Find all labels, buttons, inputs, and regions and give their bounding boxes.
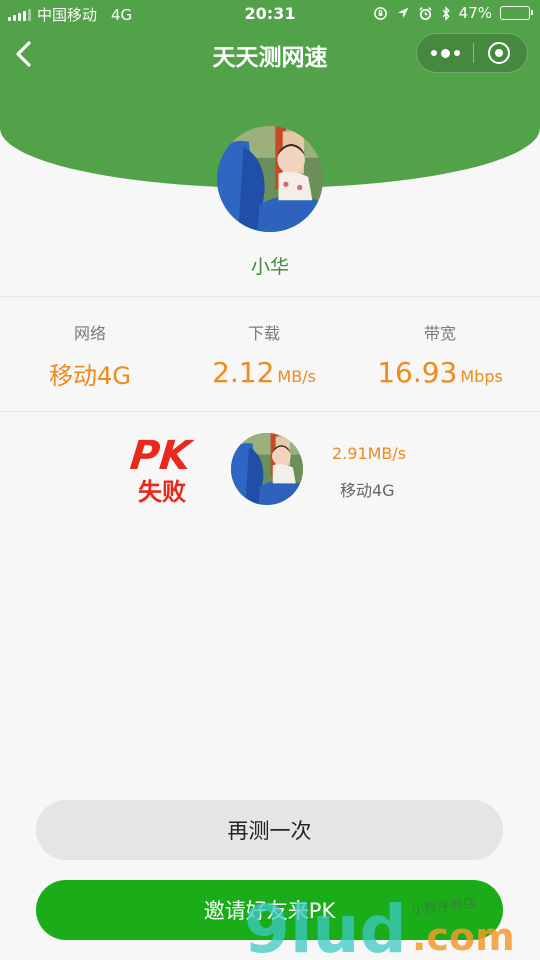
stat-network: 网络 移动4G [0, 320, 180, 391]
battery-icon [500, 6, 533, 20]
rotation-lock-icon [373, 6, 387, 20]
stat-download-label: 下载 [247, 324, 280, 343]
stat-bandwidth-value: 16.93 [377, 356, 458, 389]
more-button[interactable] [417, 34, 473, 72]
stat-bandwidth-label: 带宽 [423, 324, 456, 343]
alarm-icon [418, 6, 432, 20]
opponent-network: 移动4G [340, 481, 395, 500]
stat-download-value: 2.12 [212, 356, 275, 389]
close-target-icon [488, 42, 510, 64]
user-avatar [217, 126, 323, 232]
retest-button[interactable]: 再测一次 [36, 800, 503, 860]
user-name: 小华 [250, 256, 289, 278]
close-button[interactable] [471, 34, 527, 72]
status-bar: 中国移动 4G 20:31 47% [0, 0, 540, 28]
opponent-speed: 2.91MB/s [332, 444, 407, 463]
stat-bandwidth-value-wrap: 16.93 Mbps [350, 356, 530, 389]
stat-download-unit: MB/s [277, 367, 316, 386]
stats-bottom-divider [0, 411, 540, 412]
navigation-bar: 天天测网速 [0, 28, 540, 80]
battery-percent: 47% [458, 4, 492, 22]
site-watermark: 9lud .com 小程序商店 [244, 891, 515, 960]
watermark-suffix: .com [412, 915, 515, 959]
stats-top-divider [0, 296, 540, 297]
watermark-brand: 9lud [244, 891, 407, 960]
location-icon [397, 7, 408, 19]
opponent-avatar [231, 433, 303, 505]
stat-network-label: 网络 [73, 324, 106, 343]
status-right: 47% [373, 4, 533, 22]
stat-download-value-wrap: 2.12 MB/s [174, 356, 354, 389]
mini-program-capsule [416, 33, 528, 73]
pk-badge-top: PK [128, 433, 196, 479]
stat-download: 下载 2.12 MB/s [174, 320, 354, 389]
stat-bandwidth-unit: Mbps [460, 367, 503, 386]
pk-badge-bottom: 失败 [138, 478, 186, 504]
pk-fail-badge: PK 失败 [122, 432, 204, 506]
bluetooth-icon [442, 5, 450, 21]
stat-network-value: 移动4G [49, 362, 131, 390]
stat-bandwidth: 带宽 16.93 Mbps [350, 320, 530, 389]
